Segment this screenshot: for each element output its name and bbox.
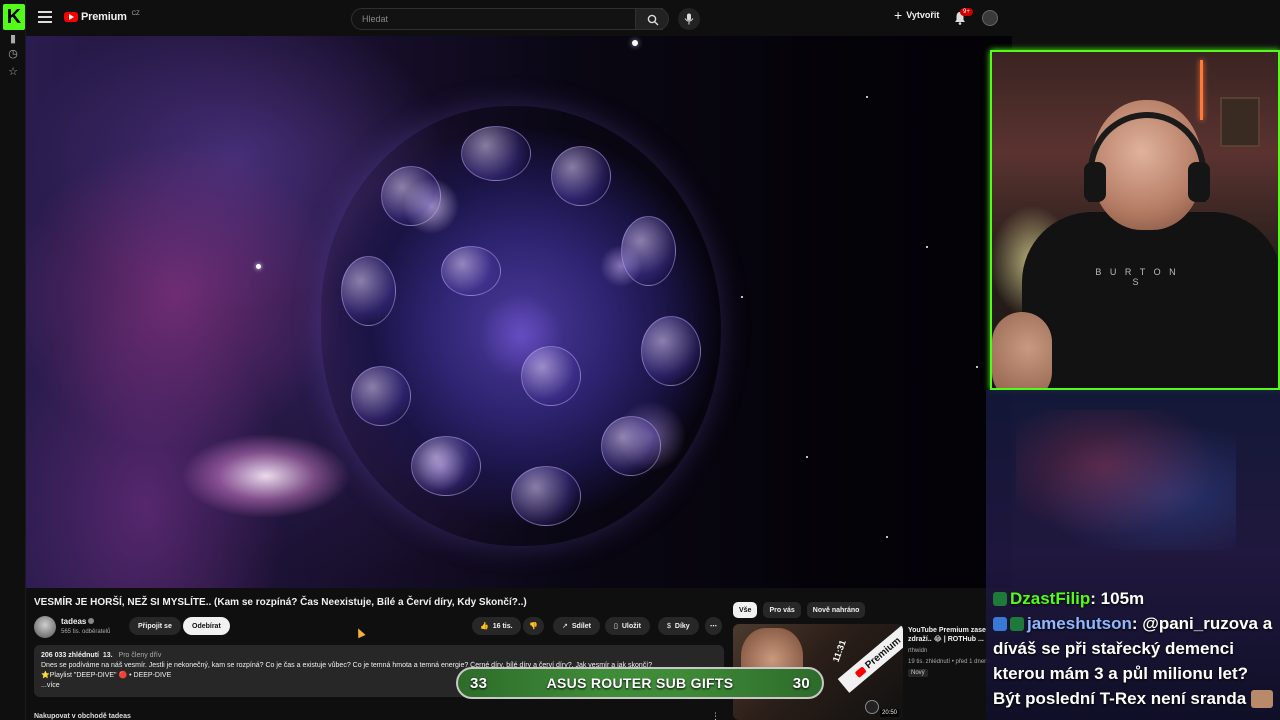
recommendation-views: 19 tis. zhlédnutí • před 1 dnem [908, 659, 990, 665]
plus-icon: + [894, 7, 903, 23]
chip-for-you[interactable]: Pro vás [763, 602, 801, 618]
search-icon [647, 14, 659, 26]
chat-overlay: DzastFilip: 105m jameshutson: @pani_ruzo… [993, 586, 1278, 711]
account-avatar[interactable] [982, 10, 998, 26]
mouse-cursor-icon [354, 626, 366, 639]
kick-logo: K [3, 4, 25, 30]
recommendation-title[interactable]: YouTube Premium zase zdraží.. 😂 | ROTHub… [908, 626, 994, 644]
subscribe-button[interactable]: Odebírat [183, 617, 230, 635]
verified-icon [88, 618, 95, 624]
like-count: 16 tis. [492, 622, 513, 630]
chat-username[interactable]: jameshutson [1027, 614, 1132, 633]
search-box [351, 8, 663, 30]
bookmark-icon: ▯ [614, 623, 618, 630]
sub-goal-left-count: 33 [470, 674, 488, 692]
thanks-label: Díky [674, 622, 690, 630]
video-orb-image [321, 106, 721, 546]
stream-screen: K ▮ ◷ ☆ Premium CZ + Vytvořit 9+ [0, 0, 1280, 720]
video-player[interactable] [26, 36, 1012, 588]
webcam-light [1200, 60, 1203, 120]
streamer-webcam: B U R T O N S [990, 50, 1280, 390]
view-count: 206 033 zhlédnutí [41, 652, 99, 659]
recommendation-channel[interactable]: rthwidn [908, 648, 927, 654]
chip-all[interactable]: Vše [733, 602, 758, 618]
thumbnail-premium-banner: Premium [837, 624, 903, 693]
youtube-mini-icon [854, 665, 867, 678]
youtube-header: Premium CZ + Vytvořit 9+ [26, 0, 1012, 36]
star-icon[interactable]: ☆ [6, 65, 20, 79]
menu-icon[interactable] [38, 11, 52, 25]
share-label: Sdílet [571, 622, 591, 630]
microphone-icon [684, 13, 694, 25]
notification-badge: 9+ [960, 8, 973, 16]
chat-message: DzastFilip: 105m [993, 586, 1278, 611]
new-badge: Nový [908, 669, 928, 677]
webcam-picture-frame [1220, 97, 1260, 147]
subscriber-count: 565 tis. odběratelů [61, 629, 111, 635]
thumbnail-banner-label: Premium [863, 634, 903, 671]
thumbs-down-icon: 👎 [529, 623, 538, 630]
emote-icon [1250, 690, 1273, 708]
create-label: Vytvořit [906, 10, 940, 20]
dislike-button[interactable]: 👎 [523, 617, 544, 635]
thumbnail-mic-icon [865, 700, 879, 714]
headphone-right-cup [1188, 162, 1210, 202]
youtube-logo[interactable]: Premium CZ [64, 11, 140, 23]
search-button[interactable] [635, 8, 669, 30]
upload-date: 13. [102, 652, 113, 659]
moderator-badge-icon [993, 617, 1007, 631]
create-button[interactable]: + Vytvořit [894, 7, 940, 23]
share-button[interactable]: ↗ Sdílet [553, 617, 600, 635]
thanks-icon: $ [667, 622, 671, 630]
more-actions-button[interactable]: ⋯ [705, 617, 722, 635]
save-button[interactable]: ▯ Uložit [605, 617, 650, 635]
voice-search-button[interactable] [678, 8, 700, 30]
chat-message: jameshutson: @pani_ruzova a díváš se při… [993, 611, 1278, 711]
share-icon: ↗ [562, 623, 568, 630]
channel-avatar[interactable] [34, 616, 56, 638]
members-label: Pro členy dřív [118, 652, 162, 659]
webcam-arm [992, 312, 1052, 388]
chat-username[interactable]: DzastFilip [1010, 589, 1090, 608]
home-icon[interactable]: ▮ [6, 32, 20, 46]
shop-menu-icon[interactable]: ⋮ [711, 711, 720, 720]
save-label: Uložit [621, 622, 641, 630]
thumbnail-tag: 11:31 [830, 638, 848, 664]
channel-name[interactable]: tadeas [61, 617, 95, 626]
left-strip: K ▮ ◷ ☆ [0, 0, 26, 720]
shop-heading: Nakupovat v obchodě tadeas [34, 713, 131, 720]
chip-recently-uploaded[interactable]: Nově nahráno [806, 602, 866, 618]
sub-badge-icon [993, 592, 1007, 606]
recommendation-chips: Vše Pro vás Nově nahráno [733, 602, 866, 618]
history-icon[interactable]: ◷ [6, 47, 20, 61]
sub-goal-label: ASUS ROUTER SUB GIFTS [546, 675, 734, 691]
sub-goal-bar: 33 ASUS ROUTER SUB GIFTS 30 [456, 667, 824, 699]
youtube-play-icon [64, 12, 78, 22]
more-icon: ⋯ [710, 623, 717, 630]
channel-name-label: tadeas [61, 617, 87, 626]
sub-goal-right-count: 30 [792, 674, 810, 692]
brand-country: CZ [131, 11, 140, 17]
join-button[interactable]: Připojit se [129, 617, 181, 635]
thumbs-up-icon: 👍 [480, 623, 489, 630]
like-button[interactable]: 👍 16 tis. [472, 617, 521, 635]
description-meta: 206 033 zhlédnutí 13. Pro členy dřív [41, 651, 717, 661]
video-duration: 20:50 [879, 709, 899, 717]
shirt-print-image: B U R T O N S [1095, 267, 1179, 287]
video-title: VESMÍR JE HORŠÍ, NEŽ SI MYSLÍTE.. (Kam s… [34, 597, 527, 608]
search-input[interactable] [352, 9, 602, 29]
sub-badge-icon [1010, 617, 1024, 631]
chat-text: : 105m [1090, 589, 1145, 608]
headphone-left-cup [1084, 162, 1106, 202]
brand-label: Premium [81, 11, 127, 23]
thanks-button[interactable]: $ Díky [658, 617, 699, 635]
